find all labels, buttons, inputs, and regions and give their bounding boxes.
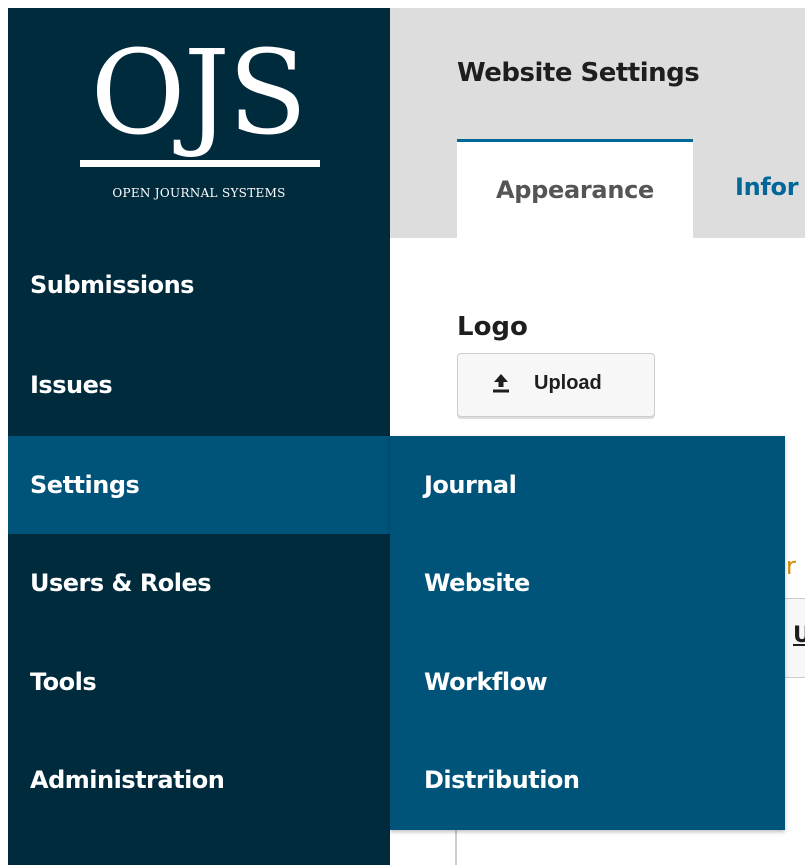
logo-field-label: Logo xyxy=(457,312,528,342)
page-header: Website Settings Appearance Infor xyxy=(390,8,805,238)
logo-mark: OJS xyxy=(90,26,307,161)
page-title: Website Settings xyxy=(457,58,700,88)
logo-rule xyxy=(80,160,320,167)
sidebar-item-tools[interactable]: Tools xyxy=(8,633,390,731)
sidebar-item-issues[interactable]: Issues xyxy=(8,336,390,434)
submenu-item-journal[interactable]: Journal xyxy=(390,436,785,534)
upload-button-label: Upload xyxy=(534,372,602,394)
ojs-logo[interactable]: OJS OPEN JOURNAL SYSTEMS xyxy=(8,8,390,236)
upload-logo-button[interactable]: Upload xyxy=(457,353,655,417)
obscured-button-label: U xyxy=(793,623,805,648)
sidebar-item-submissions[interactable]: Submissions xyxy=(8,236,390,334)
sidebar-item-users-roles[interactable]: Users & Roles xyxy=(8,534,390,632)
submenu-item-workflow[interactable]: Workflow xyxy=(390,633,785,731)
submenu-item-website[interactable]: Website xyxy=(390,534,785,632)
tab-appearance[interactable]: Appearance xyxy=(457,139,693,238)
app-frame: OJS OPEN JOURNAL SYSTEMS Submissions Iss… xyxy=(0,0,805,865)
tab-information[interactable]: Infor xyxy=(735,139,805,238)
sidebar: OJS OPEN JOURNAL SYSTEMS Submissions Iss… xyxy=(8,8,390,865)
upload-icon xyxy=(493,374,509,393)
submenu-item-distribution[interactable]: Distribution xyxy=(390,731,785,829)
sidebar-item-administration[interactable]: Administration xyxy=(8,731,390,829)
settings-submenu: Journal Website Workflow Distribution xyxy=(390,436,785,830)
sidebar-item-settings[interactable]: Settings xyxy=(8,436,390,534)
logo-subtitle: OPEN JOURNAL SYSTEMS xyxy=(112,186,286,200)
obscured-field-label: r xyxy=(786,552,796,580)
panel-border xyxy=(455,828,457,865)
